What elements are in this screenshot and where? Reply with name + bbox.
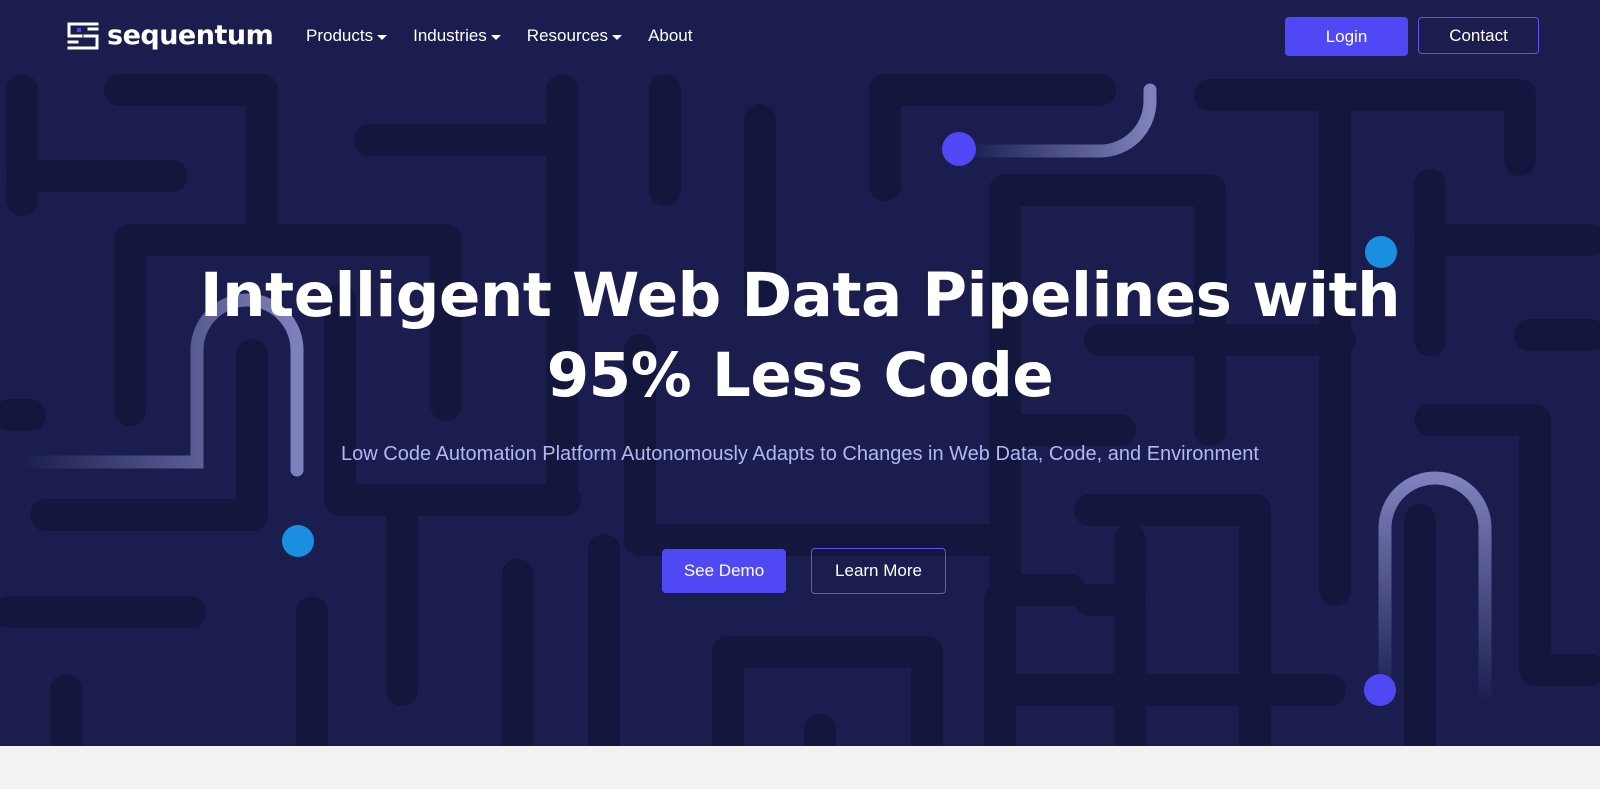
see-demo-button[interactable]: See Demo (662, 549, 786, 593)
nav-item-label: About (648, 26, 693, 45)
nav-item-label: Industries (413, 26, 487, 45)
brand-logo[interactable]: sequentum (67, 19, 274, 53)
hero-title-line-2: 95% Less Code (546, 340, 1054, 411)
nav-item-label: Resources (526, 26, 609, 45)
top-navigation: sequentum Products Industries Resources … (0, 0, 1600, 72)
hero-title-line-1: Intelligent Web Data Pipelines with (199, 260, 1401, 331)
caret-down-icon (377, 35, 388, 40)
decor-dot-purple (1364, 674, 1396, 706)
nav-item-industries[interactable]: Industries (413, 24, 501, 48)
page-below-hero (0, 746, 1600, 789)
learn-more-button[interactable]: Learn More (811, 548, 946, 594)
hero-subtitle: Low Code Automation Platform Autonomousl… (341, 443, 1259, 465)
brand-name: sequentum (107, 20, 274, 51)
decor-dot-purple (942, 132, 976, 166)
nav-item-label: Products (306, 26, 374, 45)
nav-item-about[interactable]: About (648, 24, 692, 48)
caret-down-icon (612, 35, 623, 40)
hero-section: sequentum Products Industries Resources … (0, 0, 1600, 746)
hero-title: Intelligent Web Data Pipelines with 95% … (0, 256, 1600, 416)
nav-item-products[interactable]: Products (306, 24, 388, 48)
decor-dot-blue (282, 525, 314, 557)
main-menu: Products Industries Resources About (306, 24, 693, 48)
contact-button[interactable]: Contact (1418, 17, 1539, 54)
sequentum-logo-icon (67, 22, 99, 50)
login-button[interactable]: Login (1285, 17, 1408, 56)
caret-down-icon (490, 35, 501, 40)
nav-item-resources[interactable]: Resources (526, 24, 623, 48)
